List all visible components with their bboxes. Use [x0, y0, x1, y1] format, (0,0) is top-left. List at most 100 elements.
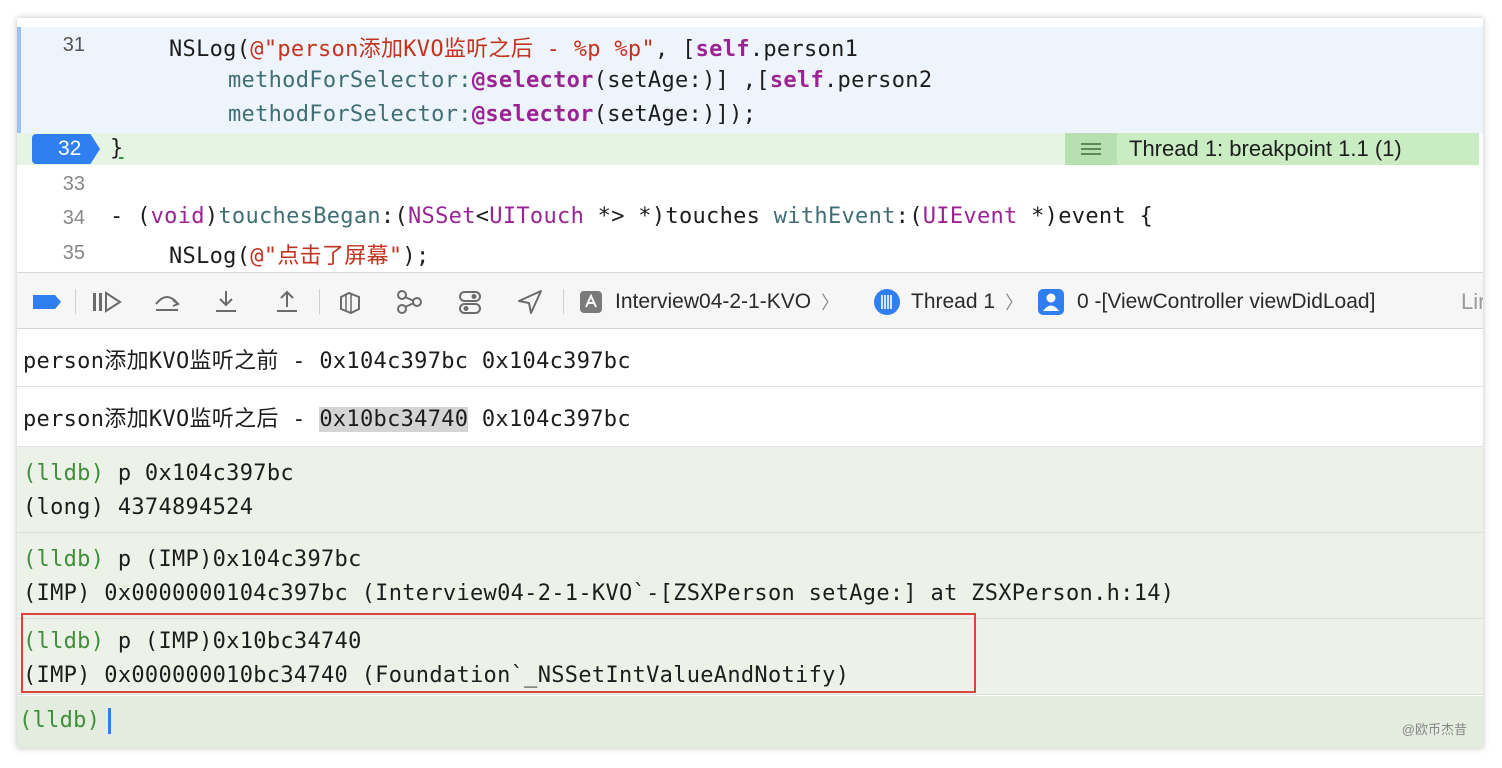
step-into-icon — [216, 290, 236, 312]
code-line-34[interactable]: - (void)touchesBegan:(NSSet<UITouch *> *… — [110, 204, 1153, 229]
code-keyword: self — [695, 37, 750, 62]
divider — [563, 289, 564, 314]
breadcrumb-thread-label: Thread 1 — [911, 289, 996, 313]
step-into-button[interactable] — [213, 273, 239, 330]
breadcrumb-target-label: Interview04-2-1-KVO — [615, 289, 812, 313]
line-number: 33 — [62, 173, 85, 195]
code-keyword: @selector — [471, 68, 594, 93]
simulate-location-button[interactable] — [517, 273, 543, 330]
console-result: (IMP) 0x0000000104c397bc (Interview04-2-… — [23, 581, 1175, 606]
layers-icon — [340, 291, 360, 314]
code-token: ) — [204, 204, 219, 229]
step-over-icon — [155, 295, 180, 311]
console-command: (lldb) p (IMP)0x104c397bc — [23, 547, 362, 572]
step-out-icon — [277, 290, 297, 312]
breakpoints-toggle[interactable] — [31, 273, 63, 330]
console-text: 0x104c397bc — [468, 407, 631, 432]
console-input-line[interactable]: (lldb) — [19, 708, 112, 734]
code-line-35[interactable]: NSLog(@"点击了屏幕"); — [169, 238, 430, 270]
line-number: 35 — [62, 242, 85, 264]
code-token: < — [475, 204, 490, 229]
debug-toolbar: Interview04-2-1-KVO 〉 Thread 1 〉 0 -[Vie… — [17, 272, 1483, 329]
code-token: :( — [380, 204, 409, 229]
console-result: (long) 4374894524 — [23, 495, 254, 520]
console-text: person添加KVO监听之前 - 0x104c397bc 0x104c397b… — [23, 349, 631, 374]
code-line-32[interactable]: } — [110, 136, 124, 161]
code-class: UITouch — [489, 204, 585, 229]
watermark: @欧币杰昔 — [1401, 722, 1467, 737]
command-text: p 0x104c397bc — [104, 461, 294, 486]
code-string: @"person添加KVO监听之后 - %p %p" — [250, 37, 655, 62]
breadcrumb-frame[interactable]: 0 -[ViewController viewDidLoad] — [1037, 273, 1375, 330]
step-over-button[interactable] — [153, 273, 181, 330]
code-method: touchesBegan — [218, 204, 381, 229]
lldb-prompt: (lldb) — [23, 461, 105, 486]
console-command: (lldb) p 0x104c397bc — [23, 461, 294, 486]
environment-overrides-button[interactable] — [457, 273, 483, 330]
continue-icon — [93, 290, 122, 313]
code-token: NSLog( — [169, 37, 251, 62]
breadcrumb-frame-label: 0 -[ViewController viewDidLoad] — [1077, 289, 1376, 313]
console-text: person添加KVO监听之后 - — [23, 407, 320, 432]
code-line-31-cont2[interactable]: methodForSelector:@selector(setAge:)]); — [228, 102, 756, 127]
overflow-label: Lir — [1461, 288, 1483, 314]
code-token: - ( — [110, 204, 151, 229]
breakpoint-indicator[interactable]: 32 — [32, 134, 100, 164]
line-number: 34 — [62, 207, 85, 229]
code-token: (setAge:)]); — [593, 102, 757, 127]
location-arrow-icon — [518, 289, 542, 314]
code-token: *)event { — [1017, 204, 1154, 229]
xcode-debug-window: 31 NSLog(@"person添加KVO监听之后 - %p %p", [se… — [17, 18, 1483, 748]
memory-graph-icon — [397, 289, 422, 314]
code-token: :( — [895, 204, 923, 229]
chevron-right-icon: 〉 — [821, 292, 840, 313]
lldb-prompt: (lldb) — [19, 708, 101, 733]
code-method: withEvent — [773, 204, 896, 229]
breadcrumb-target[interactable]: Interview04-2-1-KVO 〉 — [579, 273, 839, 330]
code-method: methodForSelector: — [228, 102, 472, 127]
breadcrumb-thread[interactable]: Thread 1 〉 — [873, 273, 1023, 330]
console-command-block: (lldb) p 0x104c397bc (long) 4374894524 — [17, 447, 1483, 533]
breakpoint-toggle-icon — [33, 294, 61, 309]
app-target-icon — [580, 290, 602, 313]
chevron-right-icon: 〉 — [1005, 292, 1024, 313]
console-output-line: person添加KVO监听之前 - 0x104c397bc 0x104c397b… — [17, 329, 1483, 387]
lldb-prompt: (lldb) — [23, 547, 105, 572]
view-hierarchy-button[interactable] — [337, 273, 363, 330]
user-frame-icon — [1038, 288, 1064, 315]
code-token: ); — [402, 244, 430, 269]
highlight-annotation-box — [21, 613, 976, 693]
breakpoint-annotation[interactable]: Thread 1: breakpoint 1.1 (1) — [1065, 133, 1479, 165]
code-keyword: void — [150, 204, 205, 229]
code-method: methodForSelector: — [228, 68, 472, 93]
code-keyword: @selector — [471, 102, 594, 127]
code-token: *> *)touches — [584, 204, 774, 229]
thread-icon — [874, 288, 900, 315]
selected-address[interactable]: 0x10bc34740 — [319, 407, 469, 432]
console-input[interactable]: (lldb) — [17, 696, 1483, 748]
code-token: , [ — [654, 37, 696, 62]
toggle-switches-icon — [459, 290, 481, 314]
text-cursor — [108, 708, 112, 734]
code-class: UIEvent — [922, 204, 1018, 229]
continue-button[interactable] — [91, 273, 123, 330]
code-line-31[interactable]: NSLog(@"person添加KVO监听之后 - %p %p", [self.… — [169, 31, 858, 63]
menu-lines-icon[interactable] — [1065, 133, 1117, 165]
breadcrumb-overflow[interactable]: Lir — [1461, 273, 1483, 330]
code-token: .person2 — [824, 68, 933, 93]
divider — [75, 289, 76, 314]
code-string: @"点击了屏幕" — [250, 244, 403, 269]
step-out-button[interactable] — [274, 273, 300, 330]
console-text: person添加KVO监听之后 - 0x10bc34740 0x104c397b… — [23, 401, 631, 433]
code-class: NSSet — [408, 204, 476, 229]
breakpoint-label: Thread 1: breakpoint 1.1 (1) — [1129, 136, 1402, 161]
line-number: 31 — [62, 34, 85, 56]
code-token: NSLog( — [169, 244, 251, 269]
debug-console[interactable]: person添加KVO监听之前 - 0x104c397bc 0x104c397b… — [17, 329, 1483, 748]
memory-graph-button[interactable] — [395, 273, 423, 330]
code-line-31-cont[interactable]: methodForSelector:@selector(setAge:)] ,[… — [228, 68, 932, 93]
console-output-line: person添加KVO监听之后 - 0x10bc34740 0x104c397b… — [17, 387, 1483, 447]
code-token: (setAge:)] ,[ — [593, 68, 770, 93]
code-keyword: self — [769, 68, 824, 93]
source-editor[interactable]: 31 NSLog(@"person添加KVO监听之后 - %p %p", [se… — [17, 18, 1483, 272]
